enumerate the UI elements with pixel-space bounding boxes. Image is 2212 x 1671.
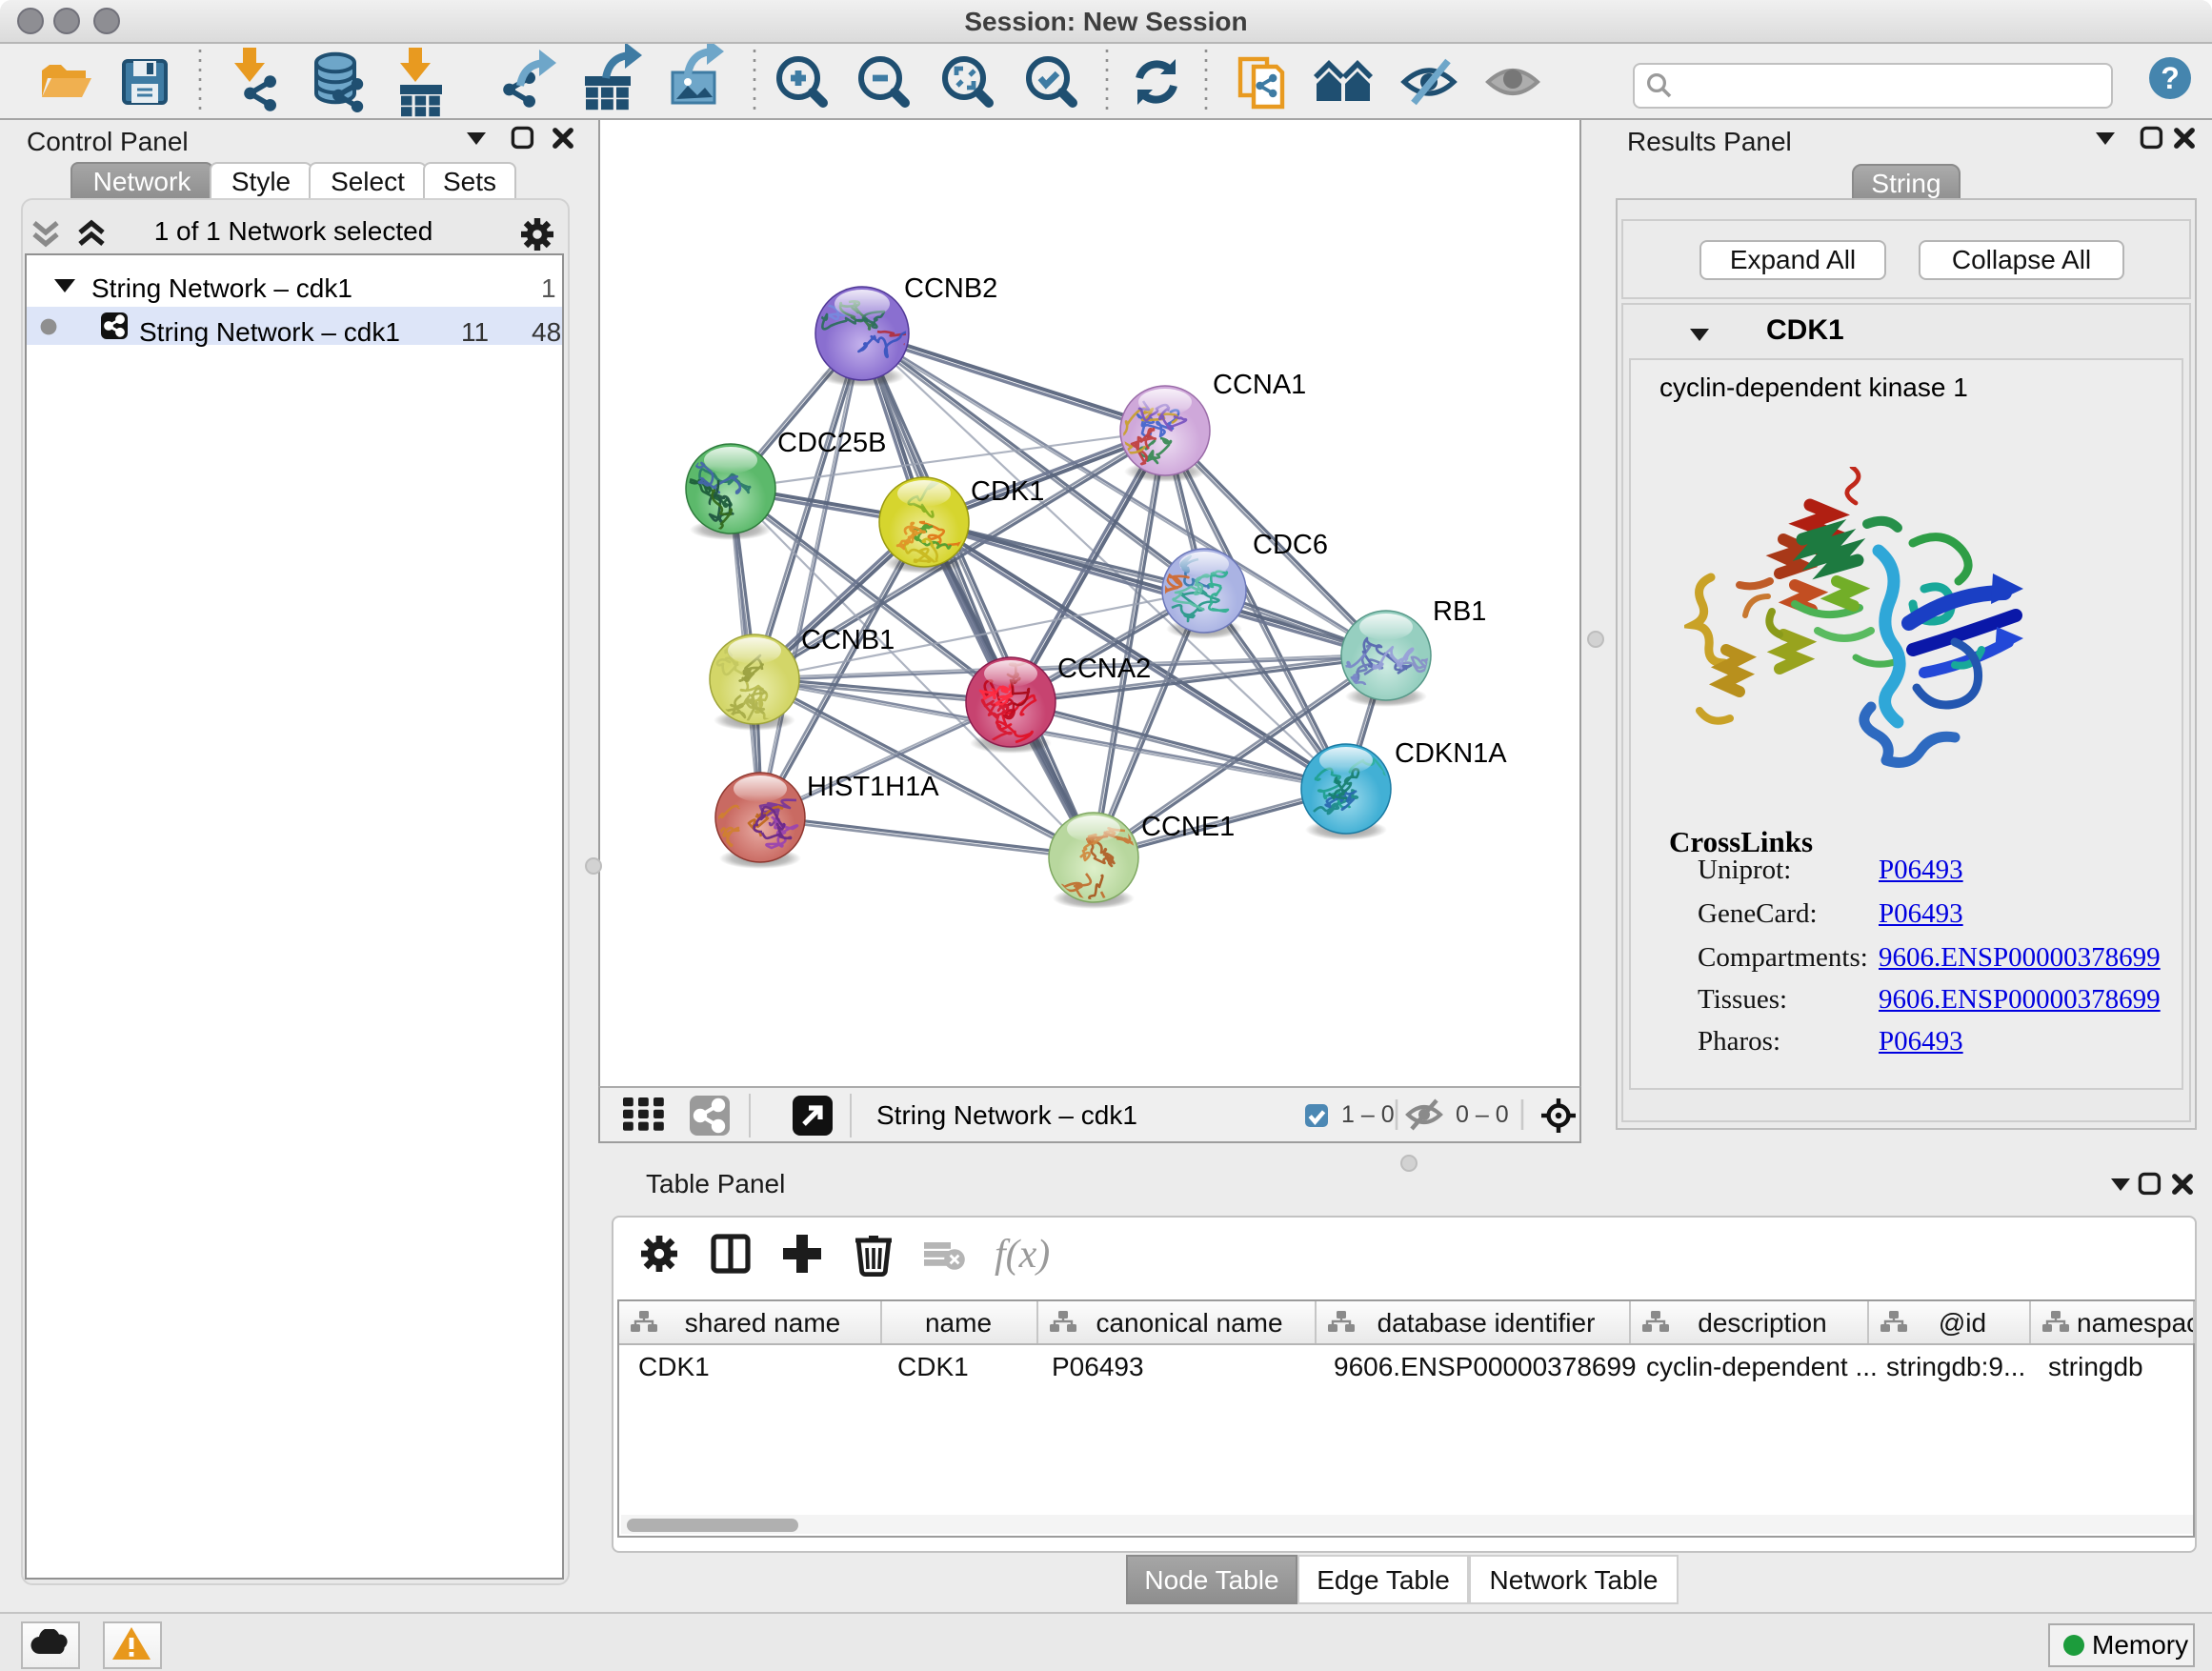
svg-text:CDKN1A: CDKN1A xyxy=(1395,738,1507,769)
svg-text:CDC25B: CDC25B xyxy=(777,428,886,458)
svg-text:CCNA1: CCNA1 xyxy=(1213,370,1306,400)
svg-text:CCNB1: CCNB1 xyxy=(801,625,895,655)
svg-text:CDC6: CDC6 xyxy=(1253,530,1328,560)
svg-text:CCNE1: CCNE1 xyxy=(1141,812,1235,842)
svg-text:RB1: RB1 xyxy=(1433,596,1486,627)
svg-text:CCNA2: CCNA2 xyxy=(1057,654,1151,684)
svg-text:CCNB2: CCNB2 xyxy=(904,273,997,304)
svg-text:CDK1: CDK1 xyxy=(971,476,1044,507)
svg-text:HIST1H1A: HIST1H1A xyxy=(807,772,939,802)
svg-text:?: ? xyxy=(2161,61,2180,95)
svg-text:f(x): f(x) xyxy=(995,1233,1050,1277)
